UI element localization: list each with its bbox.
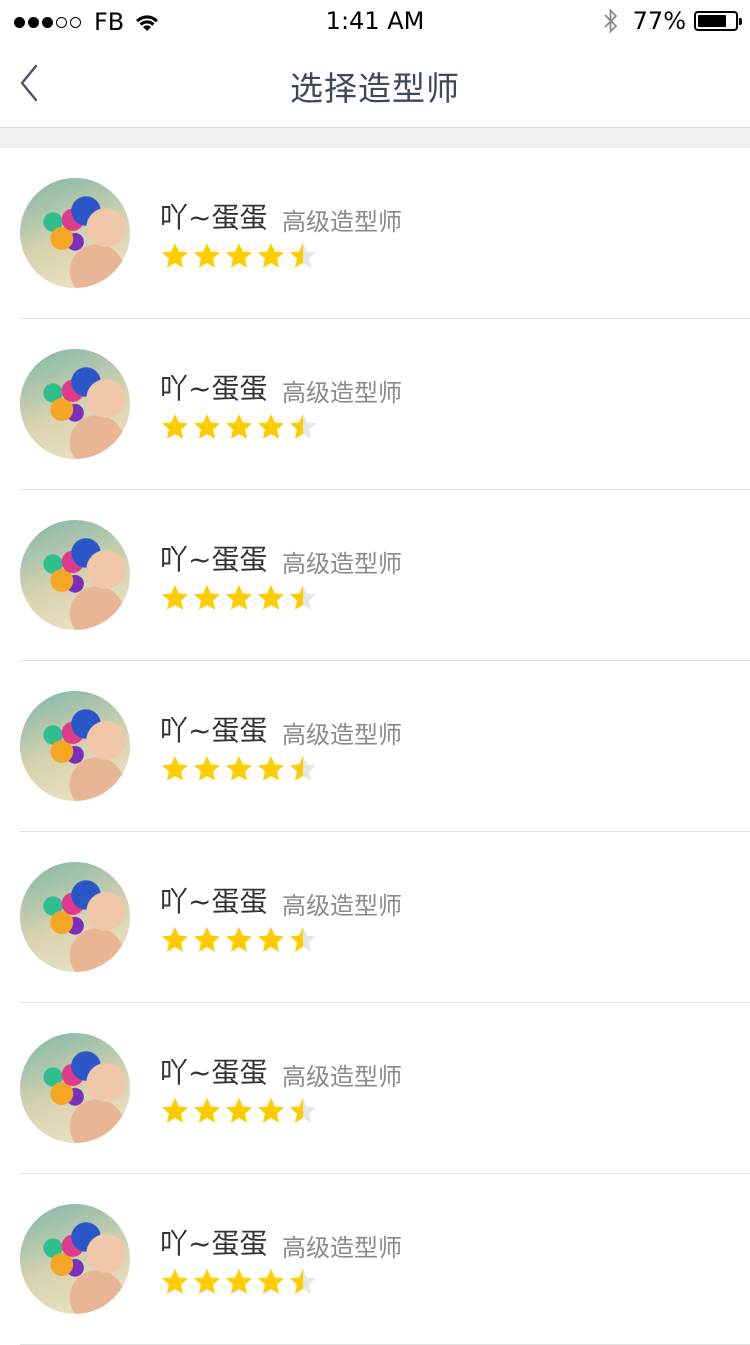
navigation-bar: 选择造型师	[0, 40, 750, 128]
stylist-rating	[160, 583, 320, 613]
star-icon	[226, 243, 252, 268]
stylist-title: 高级造型师	[282, 1234, 402, 1262]
stylist-title: 高级造型师	[282, 721, 402, 749]
stylist-avatar	[20, 520, 130, 630]
stylist-name: 吖~蛋蛋	[160, 885, 268, 918]
star-icon	[194, 927, 220, 952]
star-icon	[226, 585, 252, 610]
star-icon	[258, 756, 284, 781]
star-icon	[258, 927, 284, 952]
star-icon	[162, 243, 188, 268]
section-divider	[0, 128, 750, 148]
stylist-avatar	[20, 862, 130, 972]
stylist-row[interactable]: 吖~蛋蛋 高级造型师	[20, 832, 750, 1003]
stylist-name: 吖~蛋蛋	[160, 1056, 268, 1089]
stylist-row[interactable]: 吖~蛋蛋 高级造型师	[20, 661, 750, 832]
page-title: 选择造型师	[290, 69, 460, 108]
stylist-rating	[160, 754, 320, 784]
star-icon	[290, 756, 316, 781]
stylist-row[interactable]: 吖~蛋蛋 高级造型师	[20, 319, 750, 490]
stylist-row[interactable]: 吖~蛋蛋 高级造型师	[20, 148, 750, 319]
stylist-name: 吖~蛋蛋	[160, 1227, 268, 1260]
stylist-rating	[160, 1267, 320, 1297]
status-bar: FB 1:41 AM 77%	[0, 0, 750, 40]
battery-level	[698, 15, 726, 27]
battery-tip	[739, 18, 742, 25]
star-icon	[194, 585, 220, 610]
stylist-row[interactable]: 吖~蛋蛋 高级造型师	[20, 1003, 750, 1174]
star-icon	[162, 414, 188, 439]
stylist-title: 高级造型师	[282, 1063, 402, 1091]
stylist-avatar	[20, 1033, 130, 1143]
stylist-rating	[160, 1096, 320, 1126]
star-icon	[162, 927, 188, 952]
star-icon	[162, 585, 188, 610]
stylist-avatar	[20, 691, 130, 801]
star-icon	[162, 1269, 188, 1294]
stylist-avatar	[20, 178, 130, 288]
stylist-rating	[160, 241, 320, 271]
star-icon	[226, 414, 252, 439]
star-icon	[226, 1098, 252, 1123]
stylist-list: 吖~蛋蛋 高级造型师 吖~蛋蛋 高级造型师 吖~蛋蛋 高级造型师 吖~蛋蛋 高级造型师 吖~蛋蛋…	[0, 148, 750, 1345]
status-right: 77%	[603, 7, 742, 35]
star-icon	[226, 927, 252, 952]
star-icon	[290, 1269, 316, 1294]
bluetooth-icon	[604, 8, 617, 34]
star-icon	[194, 1269, 220, 1294]
stylist-rating	[160, 925, 320, 955]
star-icon	[290, 585, 316, 610]
battery-icon	[694, 11, 742, 31]
star-icon	[290, 414, 316, 439]
stylist-avatar	[20, 1204, 130, 1314]
star-icon	[290, 1098, 316, 1123]
stylist-name: 吖~蛋蛋	[160, 714, 268, 747]
star-icon	[226, 1269, 252, 1294]
star-icon	[162, 1098, 188, 1123]
star-icon	[194, 1098, 220, 1123]
stylist-name: 吖~蛋蛋	[160, 543, 268, 576]
stylist-title: 高级造型师	[282, 892, 402, 920]
star-icon	[194, 756, 220, 781]
battery-percentage: 77%	[632, 7, 686, 35]
stylist-name: 吖~蛋蛋	[160, 372, 268, 405]
star-icon	[162, 756, 188, 781]
stylist-rating	[160, 412, 320, 442]
stylist-title: 高级造型师	[282, 550, 402, 578]
star-icon	[290, 927, 316, 952]
star-icon	[258, 243, 284, 268]
stylist-row[interactable]: 吖~蛋蛋 高级造型师	[20, 490, 750, 661]
star-icon	[194, 414, 220, 439]
star-icon	[226, 756, 252, 781]
star-icon	[290, 243, 316, 268]
star-icon	[258, 585, 284, 610]
stylist-title: 高级造型师	[282, 208, 402, 236]
star-icon	[258, 1098, 284, 1123]
stylist-avatar	[20, 349, 130, 459]
star-icon	[258, 414, 284, 439]
star-icon	[258, 1269, 284, 1294]
stylist-name: 吖~蛋蛋	[160, 201, 268, 234]
stylist-title: 高级造型师	[282, 379, 402, 407]
stylist-row[interactable]: 吖~蛋蛋 高级造型师	[20, 1174, 750, 1345]
star-icon	[194, 243, 220, 268]
